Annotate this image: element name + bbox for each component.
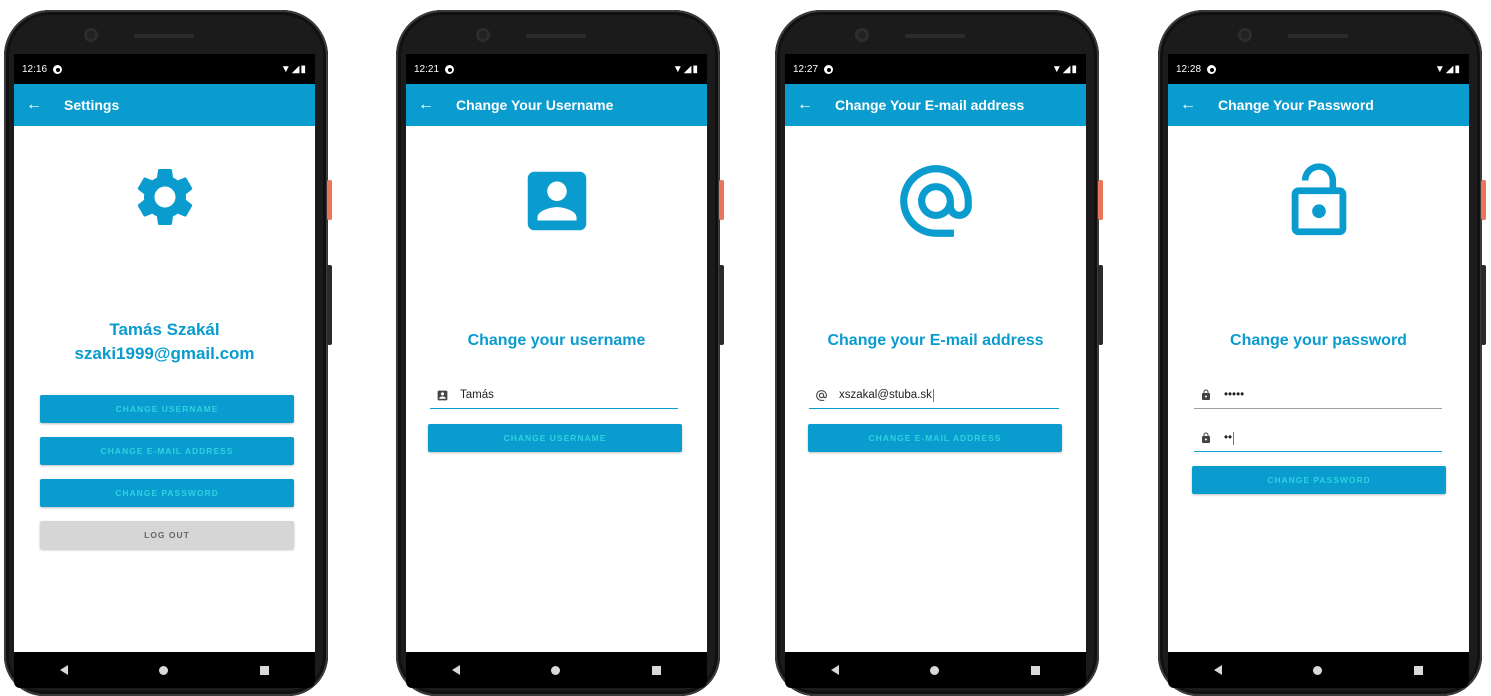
app-bar-title: Settings [64, 97, 120, 113]
username-field[interactable]: Tamás [430, 382, 678, 409]
page-heading: Change your E-mail address [827, 332, 1044, 349]
front-camera [1238, 28, 1252, 42]
earpiece-speaker [905, 34, 965, 38]
app-notification-icon [824, 64, 834, 74]
email-value: xszakal@stuba.sk [839, 389, 932, 401]
status-time: 12:21 [414, 63, 440, 75]
app-notification-icon [53, 64, 63, 74]
app-notification-icon [1207, 64, 1217, 74]
volume-button [719, 265, 724, 345]
back-triangle-icon[interactable] [451, 665, 460, 675]
earpiece-speaker [1288, 34, 1348, 38]
back-arrow-icon[interactable]: ← [1180, 96, 1196, 114]
current-password-field[interactable]: ••••• [1194, 382, 1442, 409]
change-username-button[interactable]: CHANGE USERNAME [428, 424, 682, 452]
text-caret [932, 388, 934, 402]
gear-icon [14, 162, 315, 237]
status-time: 12:16 [22, 63, 48, 75]
phone-change-password: 12:28 ▼◢▮ ← Change Your Password Change … [1158, 10, 1486, 696]
power-button [1481, 180, 1486, 220]
change-email-button[interactable]: CHANGE E-MAIL ADDRESS [808, 424, 1062, 452]
log-out-button[interactable]: LOG OUT [40, 521, 294, 549]
back-triangle-icon[interactable] [830, 665, 839, 675]
recents-square-icon[interactable] [260, 665, 270, 675]
volume-button [1481, 265, 1486, 345]
screen: 12:28 ▼◢▮ ← Change Your Password Change … [1168, 54, 1469, 688]
back-arrow-icon[interactable]: ← [418, 96, 434, 114]
system-nav-bar [785, 652, 1086, 688]
at-sign-icon [785, 158, 1086, 249]
earpiece-speaker [134, 34, 194, 38]
change-password-button[interactable]: CHANGE PASSWORD [40, 479, 294, 507]
user-email: szaki1999@gmail.com [74, 344, 255, 363]
app-bar: ← Change Your Password [1168, 84, 1469, 126]
home-circle-icon[interactable] [551, 665, 561, 675]
recents-square-icon[interactable] [1031, 665, 1041, 675]
app-bar-title: Change Your Username [456, 97, 614, 113]
page-heading: Change your username [467, 332, 646, 349]
status-bar: 12:27 ▼◢▮ [785, 54, 1086, 84]
status-bar: 12:16 ▼◢▮ [14, 54, 315, 84]
contact-card-icon [434, 389, 450, 402]
account-box-icon [406, 162, 707, 245]
screen: 12:16 ▼◢▮ ← Settings Tamás Szakál szaki1… [14, 54, 315, 688]
app-bar: ← Settings [14, 84, 315, 126]
user-name: Tamás Szakál [109, 320, 220, 339]
power-button [1098, 180, 1103, 220]
volume-button [1098, 265, 1103, 345]
back-triangle-icon[interactable] [1213, 665, 1222, 675]
power-button [327, 180, 332, 220]
status-icons: ▼◢▮ [672, 63, 699, 75]
text-caret [1233, 431, 1235, 445]
phone-change-username: 12:21 ▼◢▮ ← Change Your Username Change … [396, 10, 724, 696]
username-value: Tamás [460, 389, 494, 401]
volume-button [327, 265, 332, 345]
screen: 12:27 ▼◢▮ ← Change Your E-mail address C… [785, 54, 1086, 688]
front-camera [476, 28, 490, 42]
back-arrow-icon[interactable]: ← [797, 96, 813, 114]
app-bar-title: Change Your E-mail address [835, 97, 1025, 113]
change-email-button[interactable]: CHANGE E-MAIL ADDRESS [40, 437, 294, 465]
current-password-value: ••••• [1224, 389, 1245, 401]
change-password-button[interactable]: CHANGE PASSWORD [1192, 466, 1446, 494]
at-sign-icon [813, 389, 829, 402]
status-time: 12:28 [1176, 63, 1202, 75]
status-bar: 12:21 ▼◢▮ [406, 54, 707, 84]
page-heading: Change your password [1230, 332, 1407, 349]
lock-icon [1198, 389, 1214, 401]
new-password-field[interactable]: •• [1194, 425, 1442, 452]
phone-change-email: 12:27 ▼◢▮ ← Change Your E-mail address C… [775, 10, 1103, 696]
phone-settings: 12:16 ▼◢▮ ← Settings Tamás Szakál szaki1… [4, 10, 332, 696]
new-password-value: •• [1224, 432, 1233, 444]
app-bar: ← Change Your E-mail address [785, 84, 1086, 126]
status-icons: ▼◢▮ [1051, 63, 1078, 75]
lock-icon [1198, 432, 1214, 444]
app-notification-icon [445, 64, 455, 74]
status-icons: ▼◢▮ [280, 63, 307, 75]
app-bar: ← Change Your Username [406, 84, 707, 126]
earpiece-speaker [526, 34, 586, 38]
recents-square-icon[interactable] [652, 665, 662, 675]
status-time: 12:27 [793, 63, 819, 75]
status-bar: 12:28 ▼◢▮ [1168, 54, 1469, 84]
email-field[interactable]: xszakal@stuba.sk [809, 382, 1059, 409]
back-triangle-icon[interactable] [59, 665, 68, 675]
status-icons: ▼◢▮ [1434, 63, 1461, 75]
lock-open-icon [1168, 160, 1469, 247]
change-username-button[interactable]: CHANGE USERNAME [40, 395, 294, 423]
back-arrow-icon[interactable]: ← [26, 96, 42, 114]
system-nav-bar [406, 652, 707, 688]
home-circle-icon[interactable] [159, 665, 169, 675]
home-circle-icon[interactable] [930, 665, 940, 675]
front-camera [855, 28, 869, 42]
app-bar-title: Change Your Password [1218, 97, 1374, 113]
recents-square-icon[interactable] [1414, 665, 1424, 675]
system-nav-bar [14, 652, 315, 688]
home-circle-icon[interactable] [1313, 665, 1323, 675]
screen: 12:21 ▼◢▮ ← Change Your Username Change … [406, 54, 707, 688]
power-button [719, 180, 724, 220]
front-camera [84, 28, 98, 42]
system-nav-bar [1168, 652, 1469, 688]
